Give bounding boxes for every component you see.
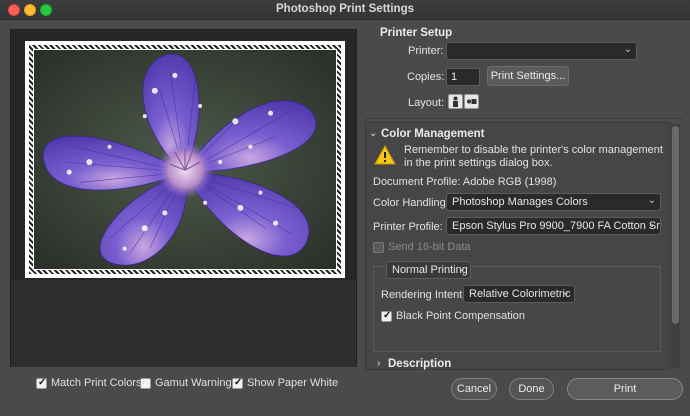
printer-profile-label: Printer Profile: [373,221,443,233]
copies-input[interactable]: 1 [446,68,480,86]
match-print-colors-label: Match Print Colors [51,377,142,389]
color-handling-label: Color Handling: [373,197,449,209]
match-print-colors-option[interactable]: Match Print Colors [36,377,141,389]
printer-label: Printer: [408,45,444,57]
flower-photo [34,50,336,269]
paper-sheet [25,41,345,278]
printer-select[interactable]: ⌄ [446,42,637,60]
layout-label: Layout: [408,97,445,109]
chevron-down-icon: ⌄ [561,287,570,298]
settings-scrollbar[interactable] [671,124,680,368]
send-16-bit-checkbox[interactable] [373,241,384,253]
preview-bottom-area [11,280,356,367]
window-title: Photoshop Print Settings [276,3,414,15]
chevron-right-icon[interactable]: › [377,358,380,369]
match-print-colors-checkbox[interactable] [36,377,47,389]
portrait-layout-icon[interactable] [448,94,463,109]
gamut-warning-option[interactable]: Gamut Warning [140,377,232,389]
gamut-warning-checkbox[interactable] [140,377,151,389]
chevron-down-icon: ⌄ [623,44,632,55]
color-handling-select[interactable]: Photoshop Manages Colors ⌄ [446,193,661,211]
show-paper-white-option[interactable]: Show Paper White [232,377,338,389]
photo-frame[interactable] [33,49,337,270]
printer-profile-value: Epson Stylus Pro 9900_7900 FA Cotton Smo… [452,220,661,232]
landscape-layout-icon[interactable] [464,94,479,109]
show-paper-white-label: Show Paper White [247,377,339,389]
color-management-heading: Color Management [381,128,485,140]
chevron-down-icon: ⌄ [647,219,656,230]
document-profile-text: Document Profile: Adobe RGB (1998) [373,176,557,188]
color-management-warning: Remember to disable the printer's color … [404,144,663,169]
send-16-bit-option[interactable]: Send 16-bit Data [373,241,471,253]
done-button[interactable]: Done [509,378,554,400]
copies-label: Copies: [407,71,445,83]
scrollbar-thumb[interactable] [672,126,679,324]
black-point-compensation-label: Black Point Compensation [396,310,526,322]
chevron-down-icon: ⌄ [457,263,466,274]
title-bar: Photoshop Print Settings [0,0,690,20]
section-divider [365,118,683,119]
printer-setup-heading: Printer Setup [380,27,453,39]
print-preview [10,29,357,367]
print-settings-button[interactable]: Print Settings... [487,66,569,86]
rendering-intent-select[interactable]: Relative Colorimetric ⌄ [463,285,575,303]
rendering-intent-value: Relative Colorimetric [469,288,571,300]
show-paper-white-checkbox[interactable] [232,377,243,389]
cancel-button[interactable]: Cancel [451,378,497,400]
color-handling-value: Photoshop Manages Colors [452,196,588,208]
black-point-compensation-option[interactable]: Black Point Compensation [381,310,525,322]
gamut-warning-label: Gamut Warning [155,377,232,389]
chevron-down-icon[interactable]: ⌄ [369,128,377,139]
rendering-intent-label: Rendering Intent: [381,289,466,301]
warning-triangle-icon [374,145,396,165]
description-heading[interactable]: Description [388,358,451,370]
printing-mode-value: Normal Printing [392,264,468,276]
black-point-compensation-checkbox[interactable] [381,310,392,322]
chevron-down-icon: ⌄ [647,195,656,206]
send-16-bit-label: Send 16-bit Data [388,241,471,253]
printer-profile-select[interactable]: Epson Stylus Pro 9900_7900 FA Cotton Smo… [446,217,661,235]
print-button[interactable]: Print [567,378,683,400]
printing-mode-select[interactable]: Normal Printing ⌄ [386,261,471,279]
